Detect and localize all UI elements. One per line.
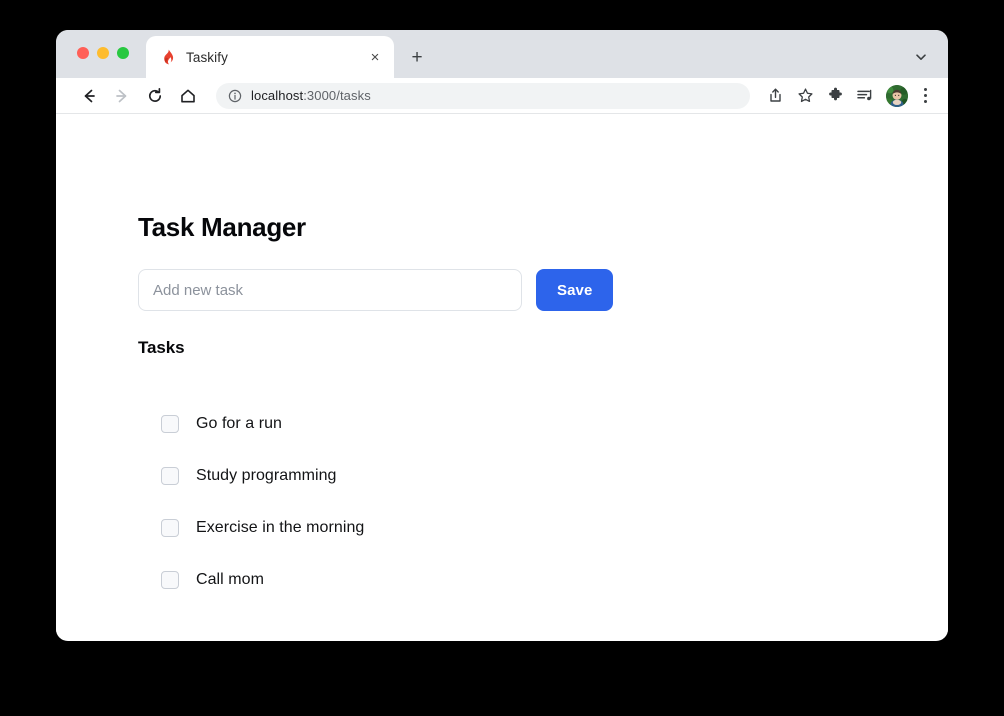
browser-tab-taskify[interactable]: Taskify ×: [146, 36, 394, 78]
forward-arrow-icon: [107, 81, 137, 111]
bookmark-star-icon[interactable]: [792, 83, 818, 109]
page-viewport: Task Manager Save Tasks Go for a run Stud…: [56, 114, 948, 640]
url-path: :3000/tasks: [303, 88, 371, 103]
address-bar-url: localhost:3000/tasks: [251, 88, 371, 103]
screen: Taskify × + localhost:3000/tasks Task Ma…: [0, 0, 1004, 716]
page-title: Task Manager: [138, 212, 306, 242]
minimize-window-button[interactable]: [97, 47, 109, 59]
media-playlist-icon[interactable]: [852, 83, 878, 109]
task-item: Exercise in the morning: [138, 502, 838, 554]
task-label: Go for a run: [196, 415, 282, 432]
profile-avatar[interactable]: [886, 84, 908, 107]
task-item: Go for a run: [138, 398, 838, 450]
three-dot-menu[interactable]: [914, 83, 936, 109]
menu-dot: [923, 100, 927, 103]
task-checkbox[interactable]: [161, 467, 179, 485]
browser-window: Taskify × + localhost:3000/tasks Task Ma…: [56, 30, 948, 641]
new-task-input[interactable]: [138, 269, 522, 311]
share-icon[interactable]: [762, 83, 788, 109]
new-tab-button[interactable]: +: [404, 44, 430, 70]
close-tab-button[interactable]: ×: [366, 48, 384, 66]
tab-title: Taskify: [186, 49, 228, 65]
task-item: Study programming: [138, 450, 838, 502]
menu-dot: [923, 88, 927, 91]
task-checkbox[interactable]: [161, 519, 179, 537]
add-task-row: Save: [138, 269, 838, 311]
address-bar[interactable]: localhost:3000/tasks: [216, 82, 750, 109]
task-item: Call mom: [138, 554, 838, 606]
task-checkbox[interactable]: [161, 415, 179, 433]
chevron-down-icon[interactable]: [908, 44, 934, 70]
tab-strip: Taskify × +: [56, 30, 948, 78]
close-window-button[interactable]: [77, 47, 89, 59]
home-icon[interactable]: [173, 81, 203, 111]
reload-icon[interactable]: [140, 81, 170, 111]
info-circle-icon[interactable]: [228, 89, 242, 103]
task-list: Go for a run Study programming Exercise in…: [138, 358, 838, 606]
maximize-window-button[interactable]: [117, 47, 129, 59]
task-label: Exercise in the morning: [196, 519, 365, 536]
task-label: Study programming: [196, 467, 337, 484]
extensions-puzzle-icon[interactable]: [822, 83, 848, 109]
task-label: Call mom: [196, 571, 264, 588]
tasks-heading: Tasks: [138, 338, 185, 357]
url-host: localhost: [251, 88, 304, 103]
task-manager-app: Task Manager Save Tasks Go for a run Stud…: [138, 114, 838, 606]
task-checkbox[interactable]: [161, 571, 179, 589]
browser-toolbar: localhost:3000/tasks: [56, 78, 948, 114]
back-arrow-icon[interactable]: [74, 81, 104, 111]
taskify-flame-favicon: [164, 49, 174, 65]
save-button[interactable]: Save: [536, 269, 614, 311]
menu-dot: [923, 94, 927, 97]
window-traffic-lights: [77, 47, 129, 59]
